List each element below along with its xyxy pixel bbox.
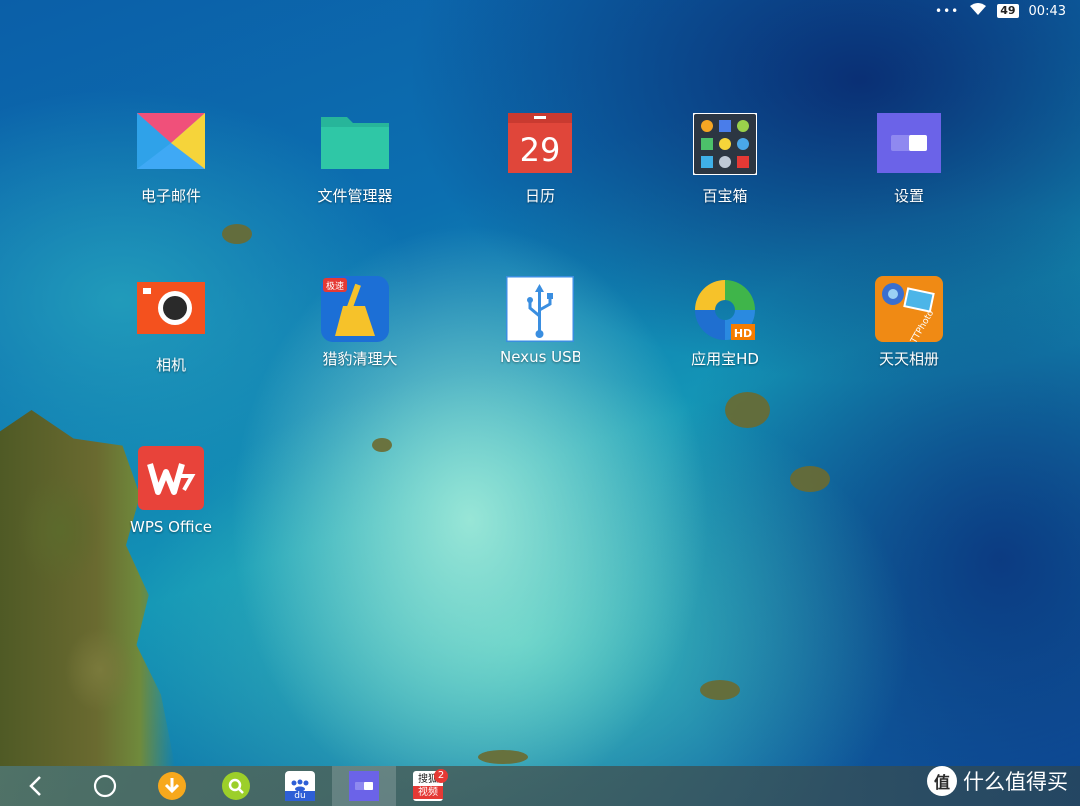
navigation-bar: du 搜狐 视频 2 (0, 766, 1080, 806)
toolbox-icon (691, 112, 759, 177)
hd-tag: HD (734, 327, 752, 340)
island (725, 392, 770, 428)
island (372, 438, 392, 452)
watermark: 值 什么值得买 (927, 766, 1068, 796)
smzdm-logo-icon: 值 (927, 766, 957, 796)
home-button[interactable] (70, 766, 140, 806)
app-cleaner[interactable]: 极速 猎豹清理大 (280, 276, 430, 369)
island (478, 750, 528, 764)
battery-indicator: 49 (997, 4, 1019, 18)
wps-icon (137, 446, 205, 510)
back-icon (29, 776, 41, 796)
notification-badge: 2 (434, 769, 448, 783)
dock-search-app[interactable] (204, 766, 268, 806)
app-wps-office[interactable]: WPS Office (96, 446, 246, 536)
app-nexus-usb[interactable]: Nexus USB (465, 274, 615, 366)
broom-icon: 极速 (321, 276, 389, 342)
app-file-manager[interactable]: 文件管理器 (280, 113, 430, 206)
back-button[interactable] (0, 766, 70, 806)
photo-album-icon: TTPhoto (875, 276, 943, 346)
calendar-day: 29 (520, 131, 561, 169)
folder-icon (321, 113, 389, 177)
more-icon: ••• (934, 4, 960, 18)
island (222, 224, 252, 244)
home-icon (93, 774, 117, 798)
app-settings[interactable]: 设置 (834, 113, 984, 206)
email-icon (137, 113, 205, 177)
calendar-icon: 29 (506, 113, 574, 177)
camera-icon (137, 282, 205, 346)
clock: 00:43 (1028, 3, 1066, 19)
wifi-icon (969, 2, 987, 20)
dock-sohu-video[interactable]: 搜狐 视频 2 (396, 766, 460, 806)
dock-settings-active[interactable] (332, 766, 396, 806)
dock-download-app[interactable] (140, 766, 204, 806)
app-email[interactable]: 电子邮件 (96, 113, 246, 206)
dock-baidu[interactable]: du (268, 766, 332, 806)
speed-tag: 极速 (326, 280, 344, 292)
settings-icon (349, 771, 379, 801)
search-icon (222, 772, 250, 800)
app-calendar[interactable]: 29 日历 (465, 113, 615, 206)
usb-icon (504, 274, 576, 344)
status-bar: ••• 49 00:43 (935, 0, 1080, 22)
island (790, 466, 830, 492)
baidu-icon: du (285, 771, 315, 801)
app-camera[interactable]: 相机 (96, 282, 246, 375)
app-store-icon: HD (691, 276, 759, 340)
app-app-store-hd[interactable]: HD 应用宝HD (650, 276, 800, 369)
island (700, 680, 740, 700)
app-photo-album[interactable]: TTPhoto 天天相册 (834, 276, 984, 369)
download-icon (158, 772, 186, 800)
settings-icon (875, 113, 943, 177)
app-toolbox[interactable]: 百宝箱 (650, 112, 800, 206)
watermark-text: 什么值得买 (963, 770, 1068, 794)
